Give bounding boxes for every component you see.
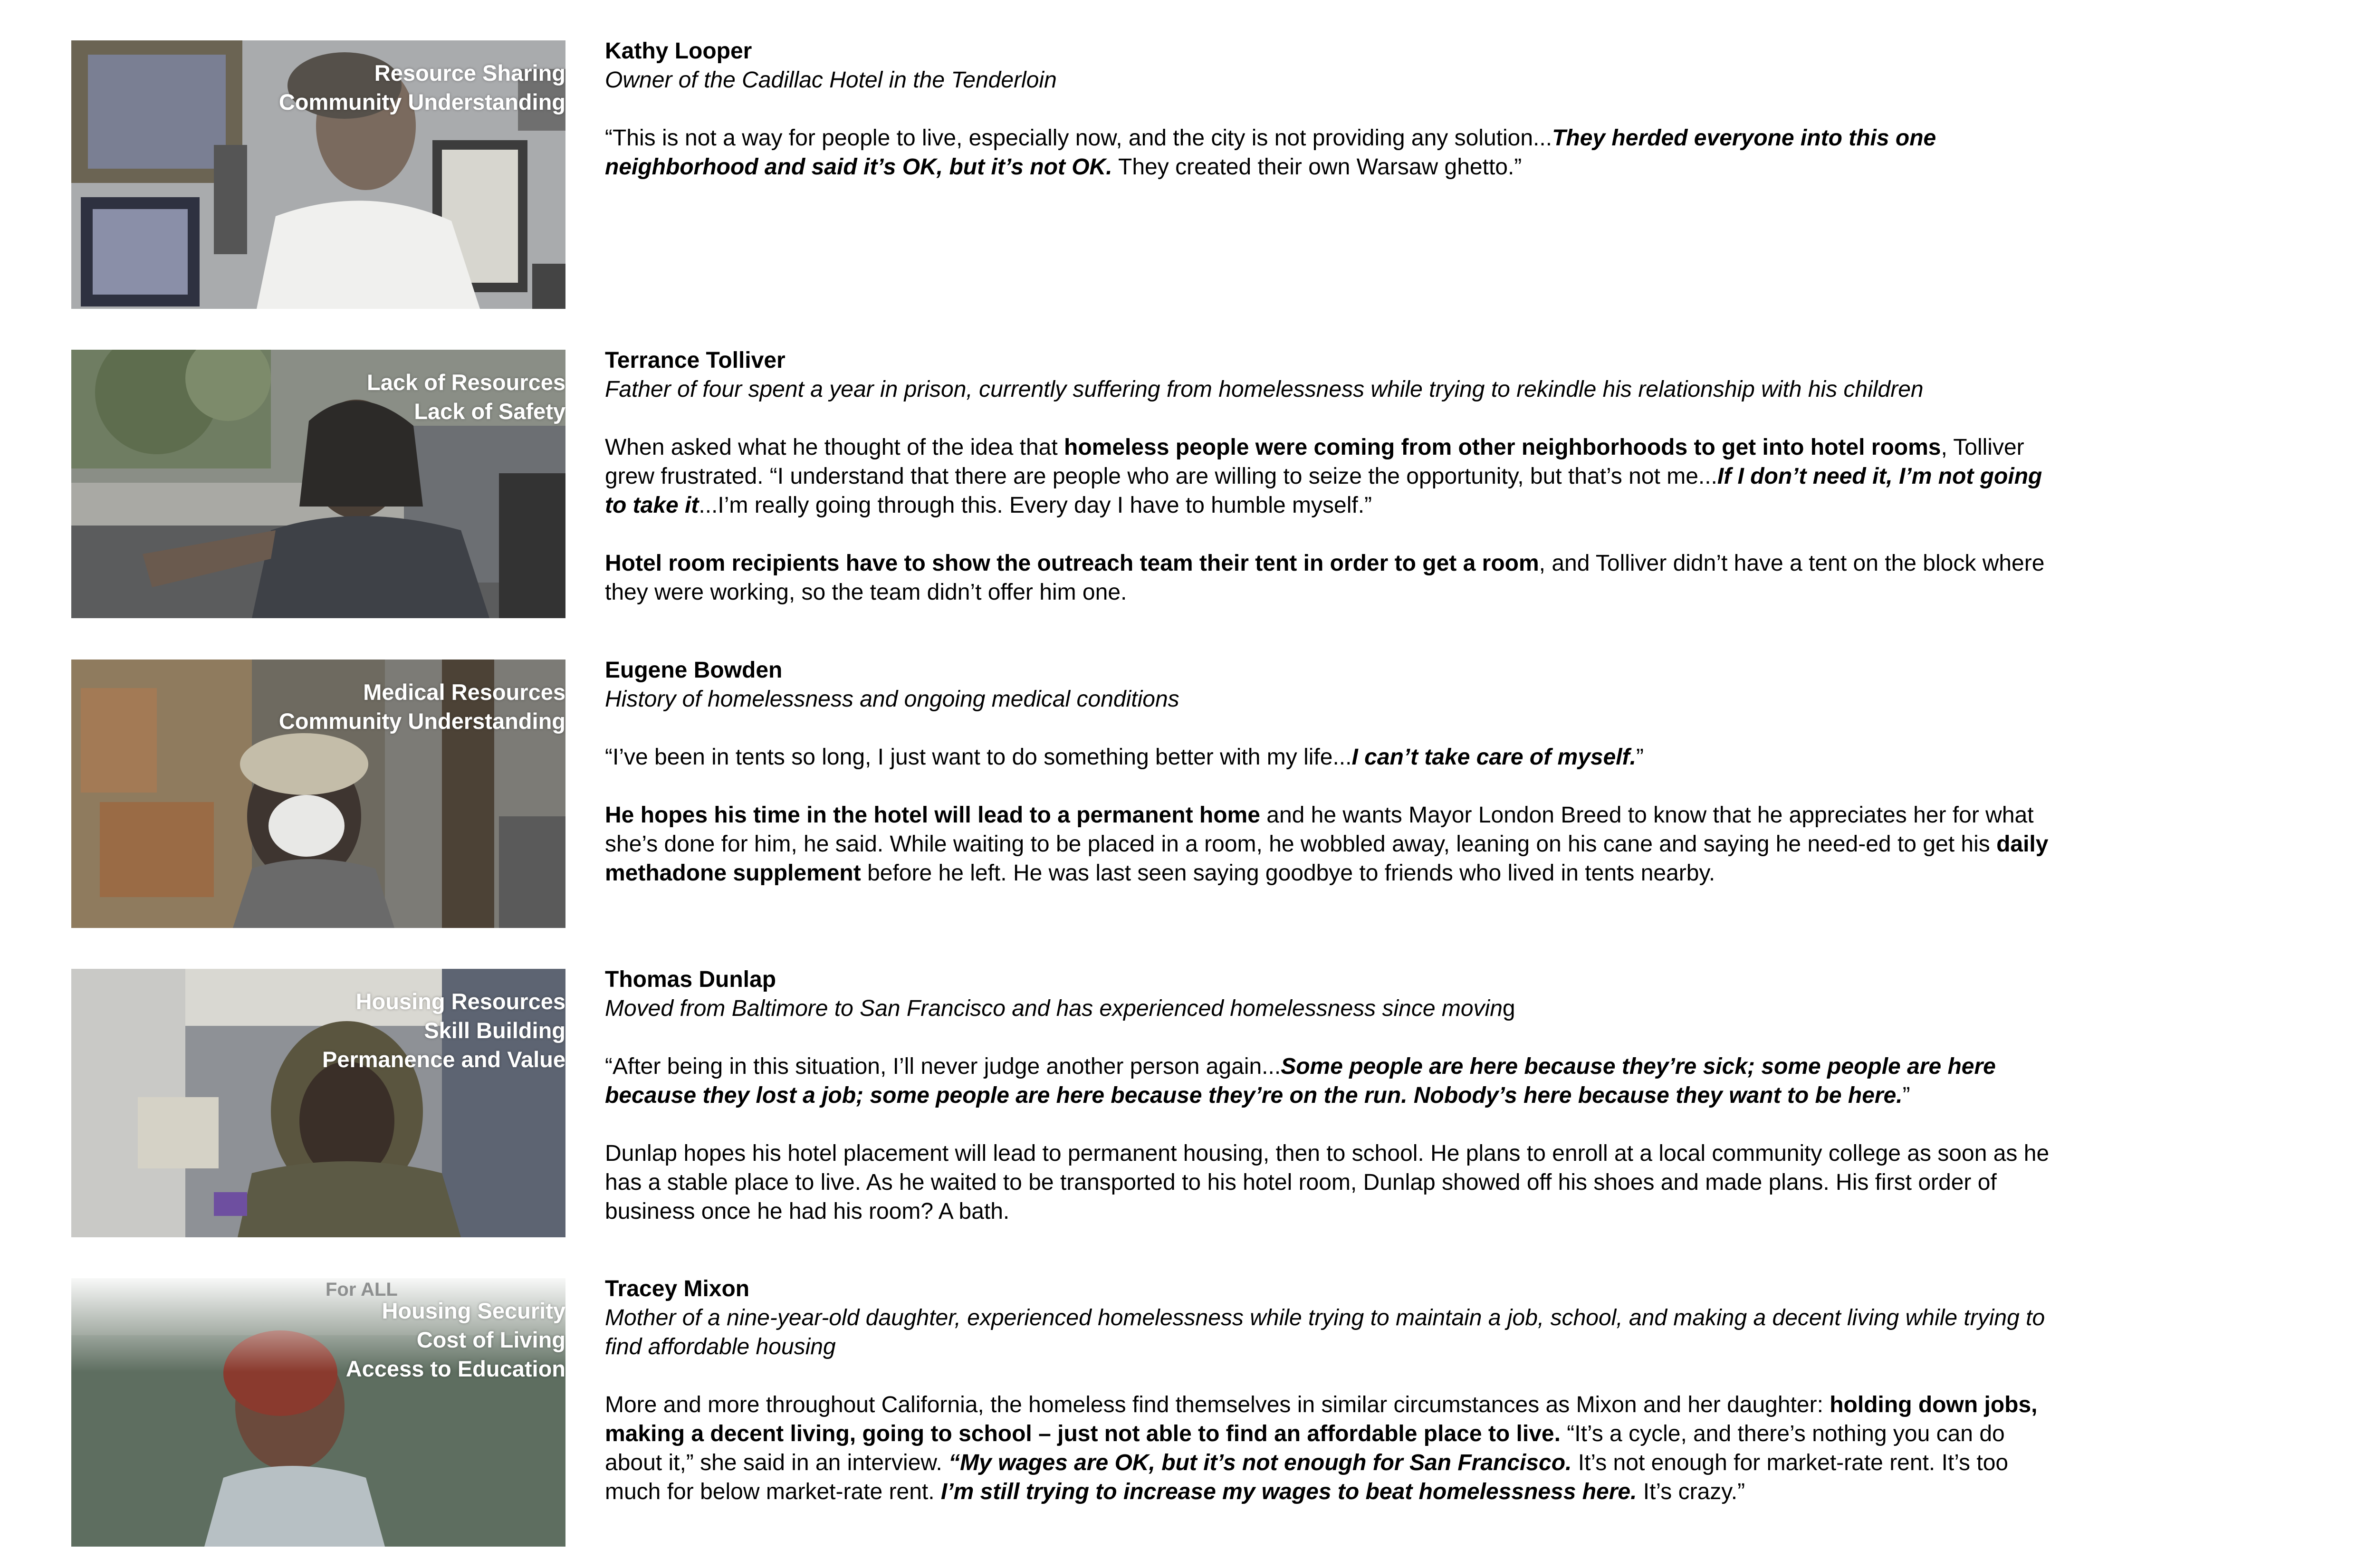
profiles-page: Resource Sharing Community Understanding…	[0, 0, 2376, 1568]
text-run: before he left. He was last seen saying …	[861, 860, 1715, 886]
profile-text: Eugene Bowden History of homelessness an…	[605, 656, 2050, 888]
person-name: Thomas Dunlap	[605, 967, 776, 992]
topic-tag: Housing Resources	[355, 989, 565, 1014]
topic-tags: Lack of Resources Lack of Safety	[367, 368, 565, 426]
text-run: ...I’m really going through this. Every …	[699, 493, 1372, 518]
profile-entry: Resource Sharing Community Understanding…	[71, 38, 2043, 311]
topic-tag: Lack of Safety	[414, 399, 565, 424]
person-description: Moved from Baltimore to San Francisco an…	[605, 994, 2050, 1023]
portrait-photo: Lack of Resources Lack of Safety	[71, 350, 565, 618]
emphasis-text: “My wages are OK, but it’s not enough fo…	[948, 1450, 1572, 1475]
topic-tags: Housing Security Cost of Living Access t…	[346, 1296, 565, 1383]
topic-tag: Permanence and Value	[322, 1047, 565, 1072]
topic-tags: Resource Sharing Community Understanding	[279, 58, 565, 116]
profile-text: Tracey Mixon Mother of a nine-year-old d…	[605, 1274, 2050, 1506]
portrait-photo: Resource Sharing Community Understanding	[71, 40, 565, 309]
text-run: More and more throughout California, the…	[605, 1392, 1830, 1417]
profile-entry: Medical Resources Community Understandin…	[71, 658, 2048, 930]
text-run: “This is not a way for people to live, e…	[605, 125, 1552, 151]
emphasis-text: homeless people were coming from other n…	[1064, 435, 1941, 460]
topic-tag: Housing Security	[382, 1298, 565, 1323]
profile-text: Kathy Looper Owner of the Cadillac Hotel…	[605, 37, 2050, 182]
profile-text: Terrance Tolliver Father of four spent a…	[605, 346, 2050, 607]
topic-tags: Medical Resources Community Understandin…	[279, 678, 565, 736]
topic-tag: Lack of Resources	[367, 370, 565, 395]
topic-tag: Skill Building	[424, 1018, 565, 1043]
person-name: Terrance Tolliver	[605, 348, 786, 373]
body-paragraph: More and more throughout California, the…	[605, 1390, 2050, 1506]
text-run: They created their own Warsaw ghetto.”	[1112, 154, 1522, 180]
emphasis-text: He hopes his time in the hotel will lead…	[605, 803, 1260, 828]
body-paragraph: He hopes his time in the hotel will lead…	[605, 801, 2050, 888]
body-paragraph: Dunlap hopes his hotel placement will le…	[605, 1141, 2050, 1224]
text-run: When asked what he thought of the idea t…	[605, 435, 1064, 460]
topic-tag: Resource Sharing	[374, 60, 565, 86]
body-paragraph: Hotel room recipients have to show the o…	[605, 549, 2050, 607]
quote-paragraph: “This is not a way for people to live, e…	[605, 124, 2050, 182]
text-run: g	[1502, 996, 1515, 1021]
profile-entry: Housing Resources Skill Building Permane…	[71, 967, 2049, 1240]
emphasis-text: Hotel room recipients have to show the o…	[605, 551, 1539, 576]
quote-paragraph: When asked what he thought of the idea t…	[605, 433, 2050, 520]
topic-tag: Access to Education	[345, 1356, 565, 1381]
portrait-photo: Medical Resources Community Understandin…	[71, 660, 565, 928]
topic-tag: Medical Resources	[363, 679, 565, 705]
text-run: ”	[1902, 1083, 1910, 1108]
quote-paragraph: “After being in this situation, I’ll nev…	[605, 1052, 2050, 1110]
topic-tag: Cost of Living	[416, 1327, 565, 1352]
portrait-photo: For ALL Housing Security Cost of Living …	[71, 1278, 565, 1547]
topic-tag: Community Understanding	[278, 89, 565, 115]
text-run: “After being in this situation, I’ll nev…	[605, 1054, 1281, 1079]
emphasis-text: I can’t take care of myself.	[1351, 745, 1636, 770]
person-description: Owner of the Cadillac Hotel in the Tende…	[605, 67, 1057, 93]
person-description: Father of four spent a year in prison, c…	[605, 377, 1924, 402]
person-name: Eugene Bowden	[605, 658, 783, 683]
profile-text: Thomas Dunlap Moved from Baltimore to Sa…	[605, 965, 2050, 1226]
person-name: Tracey Mixon	[605, 1276, 750, 1301]
person-description: Mother of a nine-year-old daughter, expe…	[605, 1305, 2045, 1359]
person-name: Kathy Looper	[605, 38, 752, 64]
text-run: ”	[1636, 745, 1644, 770]
person-description: History of homelessness and ongoing medi…	[605, 687, 1179, 712]
text-run: It’s crazy.”	[1637, 1479, 1745, 1504]
quote-paragraph: “I’ve been in tents so long, I just want…	[605, 743, 2050, 772]
emphasis-text: I’m still trying to increase my wages to…	[940, 1479, 1637, 1504]
portrait-photo: Housing Resources Skill Building Permane…	[71, 969, 565, 1237]
topic-tag: Community Understanding	[278, 708, 565, 734]
text-run: Moved from Baltimore to San Francisco an…	[605, 996, 1503, 1021]
profile-entry: For ALL Housing Security Cost of Living …	[71, 1276, 2045, 1549]
profile-entry: Lack of Resources Lack of Safety Terranc…	[71, 348, 2044, 621]
text-run: “I’ve been in tents so long, I just want…	[605, 745, 1352, 770]
topic-tags: Housing Resources Skill Building Permane…	[322, 987, 565, 1074]
